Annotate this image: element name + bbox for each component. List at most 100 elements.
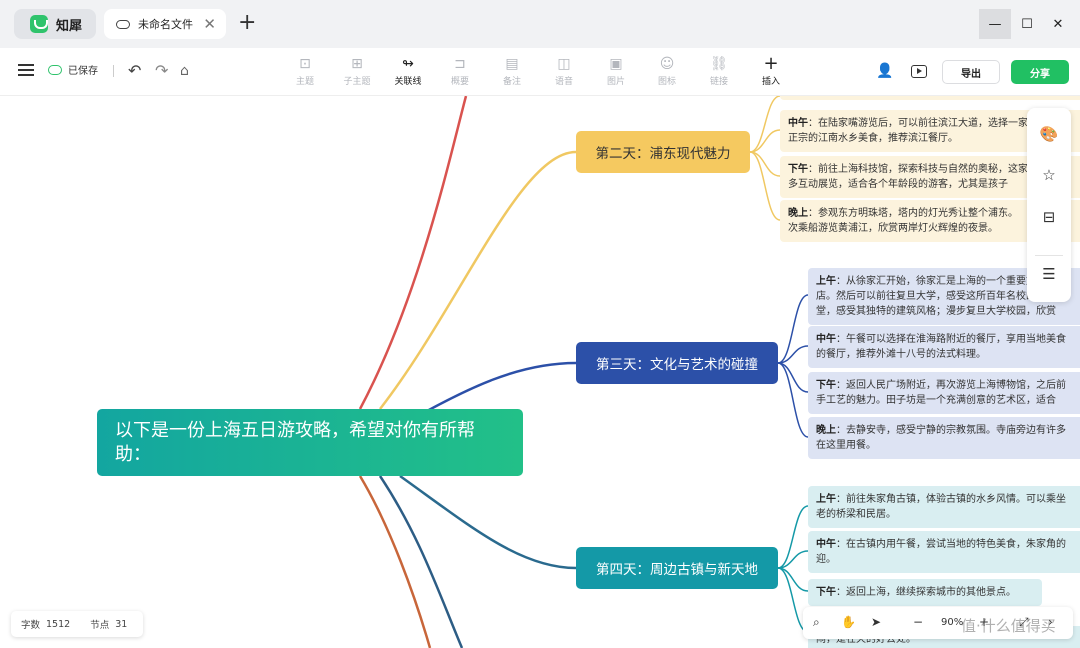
leaf-key: 下午 [816, 587, 836, 598]
layout-icon[interactable]: ⊟ [1039, 207, 1059, 227]
panel-divider [1035, 255, 1063, 256]
voice-icon: ◫ [557, 56, 571, 72]
leaf-key: 下午 [816, 380, 836, 391]
leaf-day3-afternoon[interactable]: 下午：返回人民广场附近，再次游览上海博物馆，之后前 手工艺的魅力。田子坊是一个充… [808, 372, 1080, 414]
watermark: 值·什么值得买 [961, 617, 1056, 635]
tool-label: 插入 [761, 77, 780, 87]
leaf-text: ：返回上海，继续探索城市的其他景点。 [836, 587, 1016, 598]
tool-note[interactable]: ▤ 备注 [490, 54, 534, 92]
tool-label: 关联线 [394, 77, 422, 87]
outline-list-icon[interactable]: ☰ [1039, 264, 1059, 284]
leaf-key: 上午 [816, 494, 836, 505]
cloud-icon [116, 19, 130, 29]
tab-close-icon[interactable]: ✕ [203, 15, 216, 33]
summary-icon: ⊐ [454, 56, 466, 72]
leaf-text: ：在古镇内用午餐，尝试当地的特色美食，朱家角的 [836, 539, 1066, 550]
search-icon[interactable]: ⌕ [813, 615, 820, 630]
tool-voice[interactable]: ◫ 语音 [542, 54, 586, 92]
tool-label: 主题 [295, 77, 314, 87]
leaf-text: ：去静安寺，感受宁静的宗教氛围。寺庙旁边有许多 [836, 425, 1066, 436]
leaf-text: ：前往上海科技馆，探索科技与自然的奥秘，这家 [808, 164, 1028, 175]
branch-day2[interactable]: 第二天：浦东现代魅力 [576, 131, 750, 173]
relation-line-icon: ↬ [402, 56, 414, 72]
leaf-key: 中午 [788, 118, 808, 129]
mindmap-canvas[interactable]: 以下是一份上海五日游攻略，希望对你有所帮助： 第二天：浦东现代魅力 第三天：文化… [0, 96, 1080, 648]
save-status-label: 已保存 [68, 66, 98, 77]
tool-label: 链接 [709, 77, 728, 87]
tool-relation-line[interactable]: ↬ 关联线 [386, 54, 430, 92]
tool-label: 备注 [502, 77, 521, 87]
tool-label: 概要 [450, 77, 469, 87]
root-topic[interactable]: 以下是一份上海五日游攻略，希望对你有所帮助： [97, 409, 523, 476]
tool-label: 图标 [657, 77, 676, 87]
leaf-key: 上午 [816, 276, 836, 287]
leaf-key: 中午 [816, 334, 836, 345]
title-bar: 知犀 未命名文件 ✕ + — ☐ ✕ [0, 0, 1080, 48]
leaf-text: ：从徐家汇开始，徐家汇是上海的一个重要文化 [836, 276, 1046, 287]
tool-topic[interactable]: ⊡ 主题 [283, 54, 327, 92]
pointer-tool-icon[interactable]: ➤ [871, 615, 881, 629]
word-count-label: 字数 [21, 620, 41, 631]
close-window-button[interactable]: ✕ [1042, 9, 1074, 39]
insert-plus-icon: + [763, 53, 779, 74]
tool-label: 子主题 [343, 77, 371, 87]
tool-subtopic[interactable]: ⊞ 子主题 [335, 54, 379, 92]
document-tab[interactable]: 未命名文件 ✕ [104, 9, 226, 39]
leaf-day4-noon[interactable]: 中午：在古镇内用午餐，尝试当地的特色美食，朱家角的 迎。 [808, 531, 1080, 573]
menu-icon[interactable] [18, 64, 34, 76]
star-style-icon[interactable]: ☆ [1039, 165, 1059, 185]
tool-link[interactable]: ⛓ 链接 [697, 54, 741, 92]
leaf-text: 手工艺的魅力。田子坊是一个充满创意的艺术区，适合 [816, 395, 1056, 406]
leaf-text: 迎。 [816, 554, 836, 565]
palette-icon[interactable]: 🎨 [1039, 124, 1059, 144]
maximize-button[interactable]: ☐ [1011, 9, 1043, 39]
branch-day4[interactable]: 第四天：周边古镇与新天地 [576, 547, 778, 589]
tool-insert[interactable]: + 插入 [749, 54, 793, 92]
zoom-level[interactable]: 90% [941, 617, 963, 628]
leaf-key: 中午 [816, 539, 836, 550]
tool-label: 语音 [554, 77, 573, 87]
image-icon: ▣ [609, 56, 623, 72]
tool-icon[interactable]: ☺ 图标 [645, 54, 689, 92]
leaf-day4-morning[interactable]: 上午：前往朱家角古镇，体验古镇的水乡风情。可以乘坐 老的桥梁和民居。 [808, 486, 1080, 528]
collaborators-icon[interactable]: 👤 [876, 63, 893, 79]
save-status: 已保存 [48, 62, 98, 77]
export-button[interactable]: 导出 [942, 60, 1000, 84]
app-name: 知犀 [56, 18, 83, 34]
branch-day3[interactable]: 第三天：文化与艺术的碰撞 [576, 342, 778, 384]
note-icon: ▤ [505, 56, 519, 72]
subtopic-icon: ⊞ [351, 56, 363, 72]
leaf-key: 下午 [788, 164, 808, 175]
document-stats: 字数 1512 节点 31 [11, 611, 143, 637]
leaf-text: ：午餐可以选择在淮海路附近的餐厅，享用当地美食 [836, 334, 1066, 345]
leaf-day3-noon[interactable]: 中午：午餐可以选择在淮海路附近的餐厅，享用当地美食 的餐厅，推荐外滩十八号的法式… [808, 326, 1080, 368]
presentation-play-icon[interactable] [911, 65, 927, 78]
app-tab[interactable]: 知犀 [14, 9, 96, 39]
undo-icon[interactable]: ↶ [128, 61, 141, 80]
share-button[interactable]: 分享 [1011, 60, 1069, 84]
leaf-text: 堂，感受其独特的建筑风格；漫步复旦大学校园，欣赏 [816, 306, 1056, 317]
document-title: 未命名文件 [138, 18, 193, 31]
leaf-key: 晚上 [816, 425, 836, 436]
emoji-icon: ☺ [659, 56, 675, 72]
leaf-text: ：在陆家嘴游览后，可以前往滨江大道，选择一家餐 [808, 118, 1038, 129]
new-tab-button[interactable]: + [238, 10, 256, 36]
link-icon: ⛓ [710, 56, 728, 72]
leaf-text: 老的桥梁和民居。 [816, 509, 896, 520]
minimize-button[interactable]: — [979, 9, 1011, 39]
leaf-text: 的餐厅，推荐外滩十八号的法式料理。 [816, 349, 986, 360]
tool-image[interactable]: ▣ 图片 [594, 54, 638, 92]
leaf-day4-afternoon[interactable]: 下午：返回上海，继续探索城市的其他景点。 [808, 579, 1042, 606]
format-painter-icon[interactable]: ⌂ [180, 63, 189, 79]
tool-label: 图片 [606, 77, 625, 87]
tool-summary[interactable]: ⊐ 概要 [438, 54, 482, 92]
zoom-out-button[interactable]: − [913, 615, 923, 629]
hand-tool-icon[interactable]: ✋ [841, 615, 856, 629]
leaf-key: 晚上 [788, 208, 808, 219]
toolbar-divider [113, 65, 114, 77]
redo-icon[interactable]: ↷ [155, 61, 168, 80]
cloud-saved-icon [48, 64, 62, 75]
leaf-day3-evening[interactable]: 晚上：去静安寺，感受宁静的宗教氛围。寺庙旁边有许多 在这里用餐。 [808, 417, 1080, 459]
right-side-panel: 🎨 ☆ ⊟ ☰ [1027, 108, 1071, 302]
leaf-day2-cut[interactable] [780, 96, 1080, 100]
